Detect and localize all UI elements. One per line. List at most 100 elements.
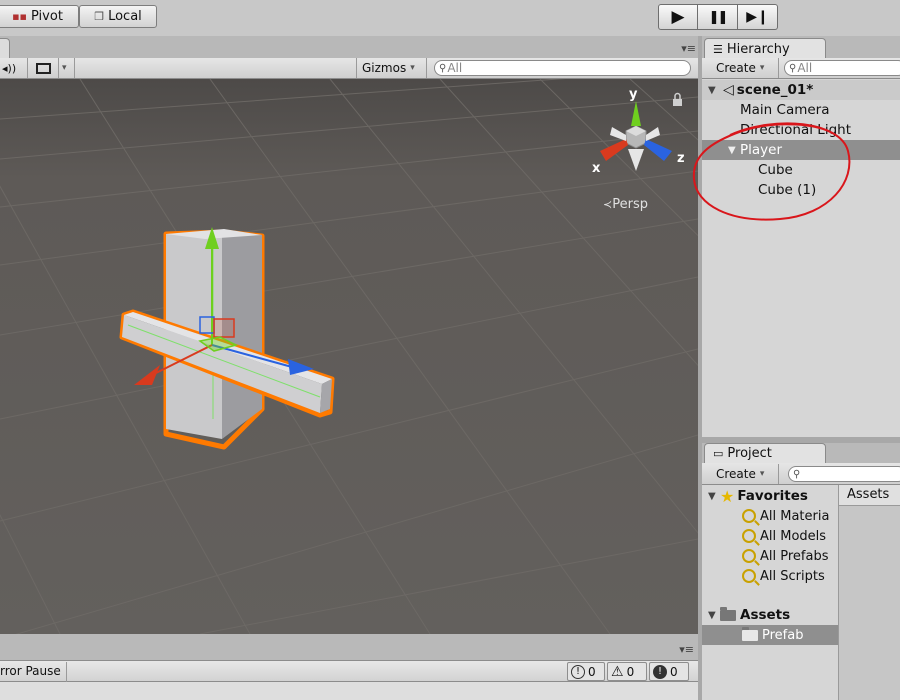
pivot-label: Pivot (31, 9, 63, 24)
list-item[interactable]: All Prefabs (702, 546, 839, 566)
create-label: Create (716, 61, 756, 75)
gizmos-label: Gizmos (362, 61, 407, 75)
warning-count-toggle[interactable]: ⚠ 0 (607, 662, 647, 681)
list-item[interactable]: Prefab (702, 625, 838, 645)
assets-breadcrumb[interactable]: Assets (839, 485, 900, 506)
console-tab-strip: ▾≡ (0, 634, 698, 660)
audio-toggle[interactable]: ◂)) (2, 58, 16, 78)
chevron-down-icon: ▾ (759, 63, 765, 73)
hierarchy-tab-strip: ☰ Hierarchy (702, 36, 900, 59)
chevron-down-icon: ▾ (759, 469, 765, 479)
error-pause-button[interactable]: rror Pause (0, 664, 61, 678)
search-placeholder: All (447, 61, 463, 75)
assets-row[interactable]: ▼ Assets (702, 605, 839, 625)
chevron-down-icon: ▾ (410, 63, 415, 73)
pivot-button[interactable]: ▪▪ Pivot (0, 5, 79, 28)
hierarchy-tree: ▼ ◁ scene_01* Main Camera Directional Li… (692, 79, 900, 437)
create-label: Create (716, 467, 756, 481)
divider (778, 58, 779, 78)
search-icon: ⚲ (439, 62, 447, 74)
divider (27, 58, 28, 78)
search-icon (742, 549, 756, 563)
effects-dropdown[interactable]: ▾ (62, 58, 67, 78)
effects-toggle[interactable] (36, 58, 51, 78)
panel-menu-icon[interactable]: ▾≡ (679, 643, 694, 656)
folder-icon (742, 626, 758, 641)
hierarchy-search-input[interactable]: ⚲ All (784, 60, 900, 76)
scene-name: scene_01* (736, 82, 814, 98)
persp-label[interactable]: ≺Persp (603, 197, 648, 212)
scene-tab-strip: ▾≡ (0, 36, 700, 58)
pause-icon: ❚❚ (708, 9, 729, 25)
project-tab-strip: ▭ Project (702, 443, 900, 463)
list-item[interactable]: All Models (702, 526, 839, 546)
scene-root-row[interactable]: ▼ ◁ scene_01* (702, 80, 900, 100)
axis-y-label: y (629, 87, 638, 102)
step-button[interactable]: ▶❙ (738, 4, 778, 30)
project-search-input[interactable]: ⚲ (788, 466, 900, 482)
expand-triangle-icon: ▼ (708, 609, 716, 621)
pause-button[interactable]: ❚❚ (698, 4, 738, 30)
expand-triangle-icon: ▼ (708, 84, 716, 96)
annotation-circle (692, 122, 851, 221)
search-icon: ⚲ (793, 468, 801, 480)
star-icon: ★ (720, 486, 735, 506)
warning-count: 0 (626, 664, 635, 679)
search-icon (742, 509, 756, 523)
tab-scene[interactable] (0, 38, 10, 58)
tab-hierarchy[interactable]: ☰ Hierarchy (704, 38, 826, 59)
warning-icon: ⚠ (611, 663, 624, 680)
scene-search-input[interactable]: ⚲ All (434, 60, 691, 76)
local-label: Local (108, 9, 142, 24)
pivot-icon: ▪▪ (12, 10, 27, 23)
console-toolbar: rror Pause ! 0 ⚠ 0 ! 0 (0, 660, 698, 682)
favorites-row[interactable]: ▼ ★ Favorites (702, 486, 839, 506)
info-count: 0 (588, 664, 596, 679)
list-item[interactable]: All Scripts (702, 566, 839, 586)
project-create-button[interactable]: Create ▾ (716, 464, 764, 484)
console-log[interactable] (0, 682, 698, 700)
project-folder-tree: ▼ ★ Favorites All Materia All Models All… (702, 485, 839, 700)
hierarchy-toolbar: Create ▾ ⚲ All (702, 58, 900, 79)
image-icon (36, 62, 51, 74)
expand-triangle-icon: ▼ (708, 490, 716, 502)
info-icon: ! (571, 664, 585, 679)
project-toolbar: Create ▾ ⚲ (702, 463, 900, 485)
list-item[interactable]: All Materia (702, 506, 839, 526)
axis-z-label: z (677, 151, 685, 166)
divider (58, 58, 59, 78)
divider (356, 58, 357, 78)
tab-project[interactable]: ▭ Project (704, 443, 826, 463)
unity-scene-icon: ◁ (723, 82, 734, 98)
main-toolbar: ▪▪ Pivot ❒ Local ▶ ❚❚ ▶❙ (0, 0, 900, 36)
project-assets-pane[interactable]: Assets (839, 485, 900, 700)
step-icon: ▶❙ (746, 9, 769, 25)
error-count: 0 (670, 664, 678, 679)
info-count-toggle[interactable]: ! 0 (567, 662, 605, 681)
gizmos-dropdown[interactable]: Gizmos ▾ (362, 58, 415, 78)
scene-toolbar: ◂)) ▾ Gizmos ▾ ⚲ All (0, 58, 698, 79)
play-icon: ▶ (671, 7, 685, 27)
search-icon (742, 529, 756, 543)
divider (426, 58, 427, 78)
panel-menu-icon[interactable]: ▾≡ (681, 42, 696, 55)
folder-icon (720, 606, 736, 621)
divider (74, 58, 75, 78)
search-placeholder: All (797, 61, 813, 75)
play-button[interactable]: ▶ (658, 4, 698, 30)
search-icon: ⚲ (789, 62, 797, 74)
persp-icon: ≺ (603, 198, 613, 211)
hierarchy-create-button[interactable]: Create ▾ (716, 58, 764, 78)
list-item[interactable]: Main Camera (702, 100, 900, 120)
scene-viewport[interactable]: y z x ≺Persp (0, 79, 698, 634)
cube-icon: ❒ (94, 10, 105, 23)
speaker-icon: ◂)) (2, 61, 17, 75)
local-button[interactable]: ❒ Local (79, 5, 157, 28)
folder-icon: ▭ (713, 447, 724, 460)
project-tab-label: Project (727, 446, 772, 461)
list-icon: ☰ (713, 42, 723, 56)
divider (778, 464, 779, 484)
chevron-down-icon: ▾ (62, 63, 67, 73)
error-count-toggle[interactable]: ! 0 (649, 662, 689, 681)
axis-x-label: x (592, 161, 601, 176)
